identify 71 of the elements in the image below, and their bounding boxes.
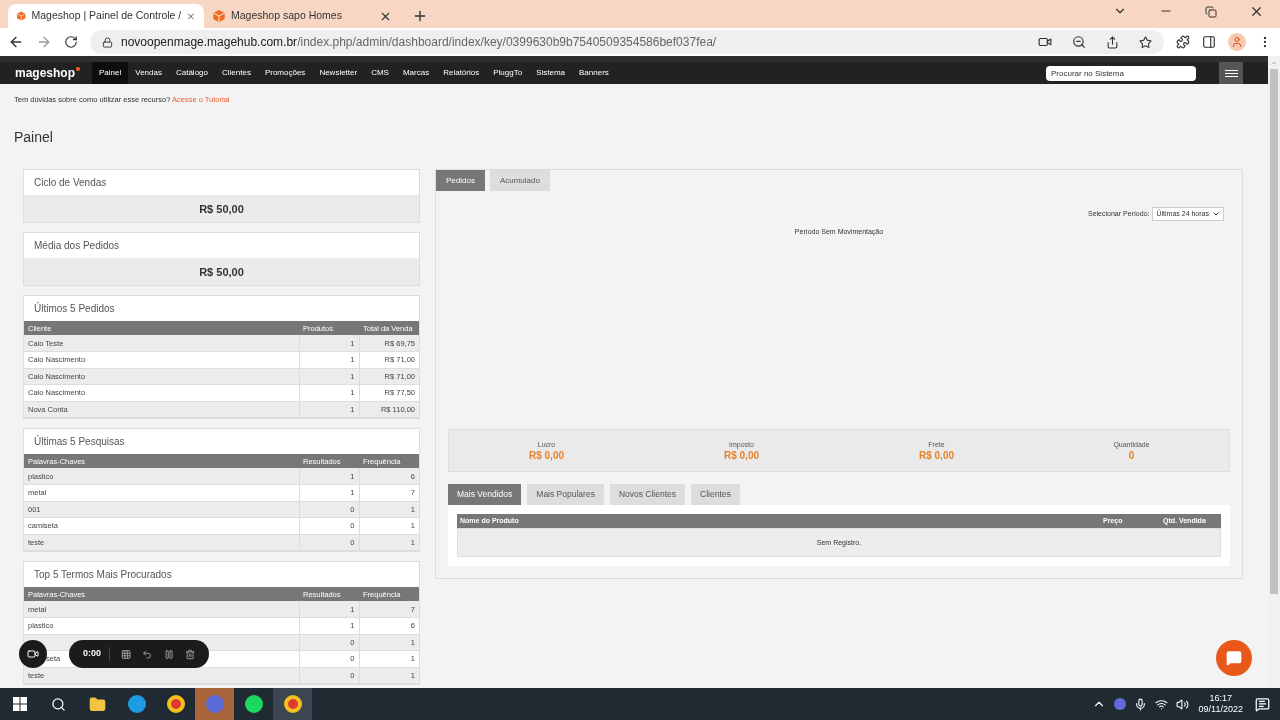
search-field[interactable]: Procurar no Sistema	[1046, 65, 1196, 81]
tab[interactable]: Pedidos	[436, 170, 485, 192]
total-value: R$ 0,00	[919, 450, 954, 462]
recording-time: 0:00	[83, 647, 110, 661]
clock[interactable]: 16:17 09/11/2022	[1198, 693, 1243, 715]
tab[interactable]: Mais Vendidos	[448, 484, 522, 506]
volume-icon[interactable]	[1175, 697, 1189, 711]
box-icon	[16, 9, 27, 23]
grid-icon[interactable]	[121, 648, 132, 660]
reload-icon[interactable]	[64, 35, 78, 49]
nav-item[interactable]: CMS	[364, 62, 396, 84]
nav-item[interactable]: Banners	[572, 62, 616, 84]
microphone-icon[interactable]	[1133, 697, 1147, 711]
nav-item[interactable]: Promoções	[257, 62, 313, 84]
box-icon	[212, 9, 226, 23]
record-button[interactable]	[19, 640, 47, 668]
nav-item[interactable]: Marcas	[395, 62, 437, 84]
new-tab-icon[interactable]	[412, 8, 428, 24]
address-bar[interactable]: novoopenmage.magehub.com.br/index.php/admin/dashboard/index/key/0399630b9b7540509354586bef037fea/	[90, 30, 1164, 54]
nav-item[interactable]: Painel	[92, 62, 129, 84]
card-value: R$ 50,00	[24, 258, 419, 286]
nav-item[interactable]: Relatórios	[436, 62, 487, 84]
windows-logo-icon[interactable]	[12, 697, 27, 711]
browser-tab[interactable]: Mageshop sapo Homes	[204, 4, 400, 28]
tab-title: Mageshop sapo Homes	[231, 8, 343, 24]
zoom-icon[interactable]	[1072, 35, 1086, 49]
browser-tab[interactable]: Mageshop | Painel de Controle /	[8, 4, 204, 28]
close-icon[interactable]	[1249, 4, 1264, 19]
card-title: Ciclo de Vendas	[24, 170, 419, 196]
trash-icon[interactable]	[184, 648, 195, 660]
pause-icon[interactable]	[163, 648, 174, 660]
nav-item[interactable]: PluggTo	[486, 62, 530, 84]
forward-icon[interactable]	[36, 34, 52, 50]
card-title: Últimos 5 Pedidos	[24, 296, 419, 322]
nav-item[interactable]: Newsletter	[312, 62, 365, 84]
page-title: Painel	[14, 128, 54, 148]
tab-title: Mageshop | Painel de Controle /	[31, 8, 182, 24]
tab[interactable]: Acumulado	[489, 170, 550, 192]
undo-icon[interactable]	[142, 648, 153, 660]
scrollbar-thumb[interactable]	[1270, 69, 1278, 594]
nav-item[interactable]: Clientes	[215, 62, 258, 84]
nav-item[interactable]: Sistema	[529, 62, 573, 84]
card-title: Últimas 5 Pesquisas	[24, 429, 419, 455]
chat-button[interactable]	[1216, 640, 1252, 676]
restore-icon[interactable]	[1205, 6, 1217, 18]
video-camera-icon	[27, 648, 39, 660]
chat-icon	[1226, 650, 1242, 666]
total-value: 0	[1128, 450, 1135, 462]
menu-button[interactable]	[1219, 62, 1243, 84]
logo[interactable]: mageshop	[15, 65, 80, 81]
share-icon[interactable]	[1106, 35, 1119, 49]
notifications-icon[interactable]	[1255, 696, 1270, 712]
side-panel-icon[interactable]	[1202, 35, 1216, 49]
card-value: R$ 50,00	[24, 195, 419, 223]
nav-item[interactable]: Catálogo	[168, 62, 215, 84]
card-title: Média dos Pedidos	[24, 233, 419, 259]
bookmark-icon[interactable]	[1139, 35, 1152, 49]
profile-avatar[interactable]	[1228, 33, 1246, 51]
back-icon[interactable]	[8, 34, 24, 50]
tab[interactable]: Novos Clientes	[609, 484, 686, 506]
url-text: novoopenmage.magehub.com.br/index.php/admin/dashboard/index/key/0399630b9b7540509354586bef037fea/	[121, 34, 717, 51]
tab[interactable]: Clientes	[691, 484, 740, 506]
total-value: R$ 0,00	[724, 450, 759, 462]
card-title: Top 5 Termos Mais Procurados	[24, 562, 419, 588]
nav-item[interactable]: Vendas	[128, 62, 169, 84]
network-icon[interactable]	[1154, 697, 1168, 711]
camera-icon[interactable]	[1038, 35, 1052, 49]
lock-icon	[102, 36, 113, 48]
tab[interactable]: Mais Populares	[527, 484, 604, 506]
extensions-icon[interactable]	[1176, 35, 1190, 49]
total-value: R$ 0,00	[529, 450, 564, 462]
